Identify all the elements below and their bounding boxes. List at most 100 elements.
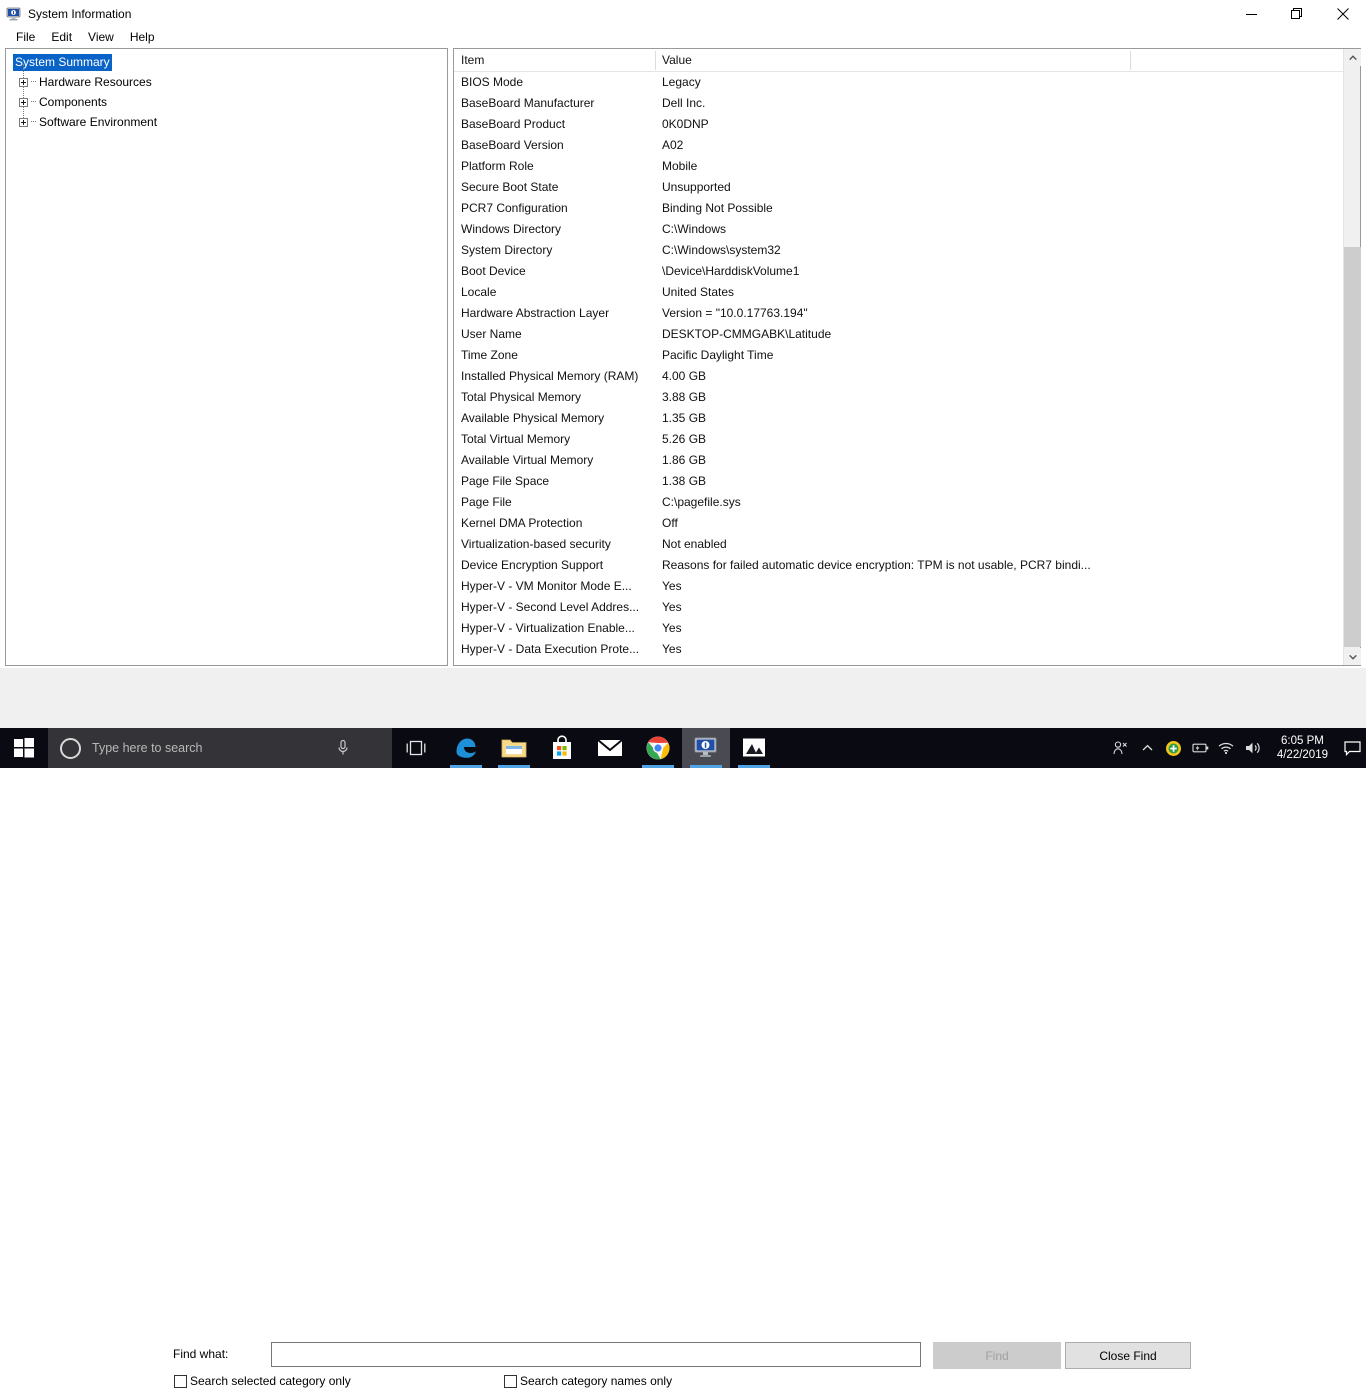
table-row[interactable]: Boot Device \Device\HarddiskVolume1: [454, 261, 1344, 282]
table-row[interactable]: Page File Space 1.38 GB: [454, 471, 1344, 492]
category-tree-panel: System Summary Hardware Resources Compon…: [5, 48, 448, 666]
restore-button[interactable]: [1274, 0, 1320, 28]
taskbar-app-photos[interactable]: [730, 728, 778, 768]
microphone-icon[interactable]: [336, 739, 350, 762]
table-cell-value: 4.00 GB: [662, 369, 707, 383]
checkbox-icon[interactable]: [504, 1374, 517, 1388]
table-row[interactable]: Windows Directory C:\Windows: [454, 219, 1344, 240]
show-hidden-icons-chevron-up-icon[interactable]: [1135, 728, 1161, 768]
volume-icon[interactable]: [1239, 728, 1267, 768]
expand-plus-icon[interactable]: [19, 97, 28, 107]
notification-center-icon[interactable]: [1338, 728, 1366, 768]
table-row[interactable]: Virtualization-based security Not enabled: [454, 534, 1344, 555]
column-header-value[interactable]: Value: [662, 53, 692, 67]
table-row[interactable]: BaseBoard Version A02: [454, 135, 1344, 156]
close-button[interactable]: [1320, 0, 1366, 28]
table-row[interactable]: Available Virtual Memory 1.86 GB: [454, 450, 1344, 471]
close-find-button[interactable]: Close Find: [1065, 1342, 1191, 1369]
table-row[interactable]: Kernel DMA Protection Off: [454, 513, 1344, 534]
scroll-up-arrow-icon[interactable]: [1344, 49, 1361, 66]
table-row[interactable]: Total Virtual Memory 5.26 GB: [454, 429, 1344, 450]
battery-charging-icon[interactable]: [1187, 728, 1213, 768]
table-row[interactable]: PCR7 Configuration Binding Not Possible: [454, 198, 1344, 219]
table-cell-item: PCR7 Configuration: [461, 201, 568, 215]
tree-item-software-environment[interactable]: Software Environment: [9, 112, 447, 132]
column-divider[interactable]: [655, 51, 656, 70]
taskbar-app-file-explorer[interactable]: [490, 728, 538, 768]
table-cell-item: Time Zone: [461, 348, 518, 362]
table-cell-item: BIOS Mode: [461, 75, 524, 89]
table-cell-value: 3.88 GB: [662, 390, 707, 404]
search-selected-category-label: Search selected category only: [190, 1374, 351, 1388]
search-category-names-checkbox-row[interactable]: Search category names only: [504, 1374, 672, 1388]
table-row[interactable]: Platform Role Mobile: [454, 156, 1344, 177]
taskbar-app-edge[interactable]: [442, 728, 490, 768]
vertical-scrollbar[interactable]: [1343, 49, 1361, 665]
table-row[interactable]: Hyper-V - Second Level Addres... Yes: [454, 597, 1344, 618]
start-button[interactable]: [0, 728, 48, 768]
table-row[interactable]: System Directory C:\Windows\system32: [454, 240, 1344, 261]
expand-plus-icon[interactable]: [19, 77, 28, 87]
task-view-button[interactable]: [396, 728, 436, 768]
column-divider[interactable]: [1130, 51, 1131, 70]
table-row[interactable]: Locale United States: [454, 282, 1344, 303]
find-input[interactable]: [271, 1342, 921, 1367]
detail-panel: Item Value BIOS Mode Legacy BaseBoard Manu…: [453, 48, 1361, 666]
find-button[interactable]: Find: [933, 1342, 1061, 1369]
people-icon[interactable]: [1105, 728, 1135, 768]
taskbar-app-system-information[interactable]: [682, 728, 730, 768]
table-row[interactable]: Time Zone Pacific Daylight Time: [454, 345, 1344, 366]
scroll-down-arrow-icon[interactable]: [1344, 648, 1361, 665]
menu-help[interactable]: Help: [122, 28, 163, 46]
table-cell-value: Pacific Daylight Time: [662, 348, 774, 362]
search-selected-category-checkbox-row[interactable]: Search selected category only: [174, 1374, 351, 1388]
table-row[interactable]: Available Physical Memory 1.35 GB: [454, 408, 1344, 429]
table-cell-value: Off: [662, 516, 678, 530]
taskbar-app-microsoft-store[interactable]: [538, 728, 586, 768]
tree-item-hardware-resources[interactable]: Hardware Resources: [9, 72, 447, 92]
table-row[interactable]: User Name DESKTOP-CMMGABK\Latitude: [454, 324, 1344, 345]
table-cell-item: Page File: [461, 495, 512, 509]
table-row[interactable]: Total Physical Memory 3.88 GB: [454, 387, 1344, 408]
table-cell-item: Total Virtual Memory: [461, 432, 571, 446]
security-shield-icon[interactable]: [1161, 728, 1187, 768]
system-information-icon: [6, 6, 22, 22]
table-row[interactable]: Hyper-V - VM Monitor Mode E... Yes: [454, 576, 1344, 597]
table-cell-value: Binding Not Possible: [662, 201, 773, 215]
minimize-button[interactable]: [1228, 0, 1274, 28]
table-row[interactable]: Page File C:\pagefile.sys: [454, 492, 1344, 513]
table-row[interactable]: Hyper-V - Virtualization Enable... Yes: [454, 618, 1344, 639]
taskbar-app-mail[interactable]: [586, 728, 634, 768]
taskbar-app-buttons: [442, 728, 778, 768]
table-cell-item: Windows Directory: [461, 222, 562, 236]
scrollbar-thumb[interactable]: [1344, 247, 1361, 647]
table-row[interactable]: Secure Boot State Unsupported: [454, 177, 1344, 198]
tree-item-system-summary[interactable]: System Summary: [9, 52, 447, 72]
menu-view[interactable]: View: [80, 28, 122, 46]
taskbar-app-chrome[interactable]: [634, 728, 682, 768]
clock-time: 6:05 PM: [1281, 735, 1324, 747]
table-cell-value: Mobile: [662, 159, 698, 173]
menu-file[interactable]: File: [8, 28, 43, 46]
menu-edit[interactable]: Edit: [43, 28, 80, 46]
tree-item-label: Software Environment: [39, 115, 158, 129]
tree-item-components[interactable]: Components: [9, 92, 447, 112]
table-row[interactable]: Installed Physical Memory (RAM) 4.00 GB: [454, 366, 1344, 387]
table-cell-value: Yes: [662, 621, 682, 635]
column-header-item[interactable]: Item: [461, 53, 484, 67]
table-row[interactable]: BaseBoard Manufacturer Dell Inc.: [454, 93, 1344, 114]
table-row[interactable]: Hyper-V - Data Execution Prote... Yes: [454, 639, 1344, 660]
table-cell-value: 0K0DNP: [662, 117, 709, 131]
wifi-icon[interactable]: [1213, 728, 1239, 768]
taskbar-clock[interactable]: 6:05 PM 4/22/2019: [1267, 728, 1338, 768]
table-row[interactable]: Hardware Abstraction Layer Version = "10.…: [454, 303, 1344, 324]
system-information-window: System Information File Edit View Help S…: [0, 0, 1366, 1388]
table-row[interactable]: BaseBoard Product 0K0DNP: [454, 114, 1344, 135]
taskbar-search-box[interactable]: Type here to search: [48, 728, 392, 768]
table-row[interactable]: Device Encryption Support Reasons for fai…: [454, 555, 1344, 576]
table-cell-value: Not enabled: [662, 537, 727, 551]
table-row[interactable]: BIOS Mode Legacy: [454, 72, 1344, 93]
checkbox-icon[interactable]: [174, 1374, 187, 1388]
table-cell-value: 1.35 GB: [662, 411, 707, 425]
expand-plus-icon[interactable]: [19, 117, 28, 127]
